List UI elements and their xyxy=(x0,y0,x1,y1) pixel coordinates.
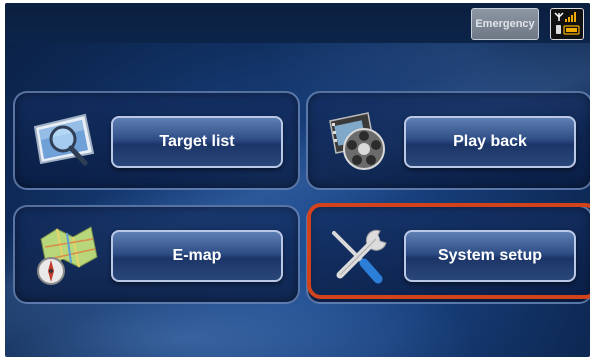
top-bar: Emergency xyxy=(5,3,590,43)
signal-battery-icon xyxy=(550,8,584,40)
map-compass-icon xyxy=(27,219,102,289)
magnifier-screen-icon xyxy=(27,105,102,175)
play-back-button[interactable]: Play back xyxy=(404,116,576,168)
e-map-panel[interactable]: E-map xyxy=(13,205,300,304)
film-reel-icon xyxy=(320,105,395,175)
target-list-panel[interactable]: Target list xyxy=(13,91,300,190)
screen: Emergency Target list Play back E-map Sy… xyxy=(5,3,590,357)
selection-highlight xyxy=(307,203,590,299)
emergency-button[interactable]: Emergency xyxy=(471,8,539,40)
target-list-button[interactable]: Target list xyxy=(111,116,283,168)
play-back-panel[interactable]: Play back xyxy=(306,91,590,190)
e-map-button[interactable]: E-map xyxy=(111,230,283,282)
